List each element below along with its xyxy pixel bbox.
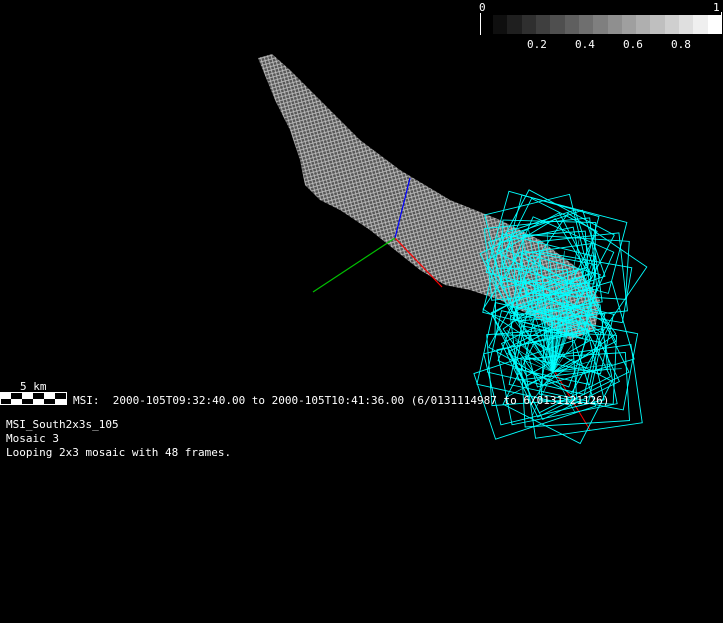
colorbar-step [564,15,579,34]
colorbar-step [493,15,508,34]
colorbar-tick-label: 0.2 [527,38,547,51]
colorbar-tick-label: 0.4 [575,38,595,51]
colorbar-max-label: 1 [713,1,720,14]
colorbar-step [521,15,536,34]
colorbar-step [650,15,665,34]
colorbar-step [621,15,637,34]
mosaic-description: Looping 2x3 mosaic with 48 frames. [6,446,232,459]
colorbar-step [707,15,722,34]
colorbar-step [607,15,622,34]
colorbar-step [507,15,522,34]
colorbar-step [593,15,608,34]
scale-bar-checker [0,392,67,405]
colorbar-step [578,15,594,34]
axis-y [312,237,396,293]
colorbar-step [636,15,651,34]
colorbar-tick-label: 0.6 [623,38,643,51]
frame-view-ray [514,339,554,373]
observation-time-range: MSI: 2000-105T09:32:40.00 to 2000-105T10… [73,394,610,407]
mosaic-name: MSI_South2x3s_105 [6,418,119,431]
colorbar-step [535,15,551,34]
colorbar-step [550,15,565,34]
colorbar-gradient [493,15,722,34]
colorbar-step [679,15,694,34]
colorbar-step [664,15,680,34]
colorbar-step [693,15,708,34]
colorbar-tick [480,13,481,35]
colorbar-tick-label: 0.8 [671,38,691,51]
mosaic-number: Mosaic 3 [6,432,59,445]
3d-viewport[interactable] [0,0,723,623]
